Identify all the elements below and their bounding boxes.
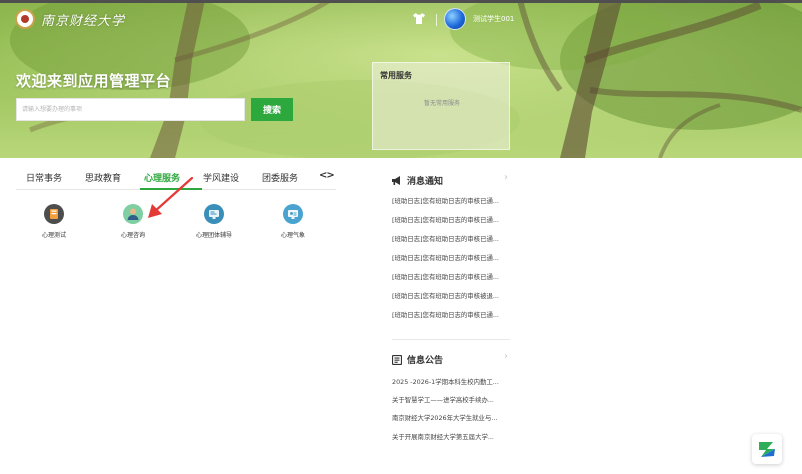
shirt-icon[interactable] <box>413 13 425 24</box>
user-avatar[interactable] <box>444 8 466 30</box>
megaphone-icon <box>392 176 400 185</box>
news-item[interactable]: [班助日志]您有班助日志的审核已通... <box>392 310 510 319</box>
app-label: 心理团体辅导 <box>195 232 232 239</box>
monitor-icon <box>204 204 224 224</box>
document-icon <box>392 354 402 365</box>
app-label: 心理咨询 <box>120 232 145 239</box>
common-services-panel: 常用服务 暂无常用服务 <box>372 62 510 150</box>
app-psych-test[interactable]: 心理测试 <box>19 204 89 239</box>
annotation-arrow-icon <box>148 176 194 218</box>
news-item[interactable]: [班助日志]您有班助日志的审核已通... <box>392 234 510 243</box>
notice-item[interactable]: 关于开展南京财经大学第五届大学... <box>392 432 510 441</box>
floating-app-logo[interactable] <box>752 434 782 464</box>
hero-banner: 南京财经大学 测试学生001 欢迎来到应用管理平台 搜索 常用服务 暂无常用服务 <box>0 0 802 158</box>
logo-text: 南京财经大学 <box>41 13 126 29</box>
notice-item[interactable]: 2025 -2026-1学期本科生校内勤工... <box>392 377 510 386</box>
notices-panel-title: 信息公告 <box>392 353 443 366</box>
search-button[interactable]: 搜索 <box>251 98 293 121</box>
notice-item[interactable]: 关于智慧学工——进学高校手续办... <box>392 395 510 404</box>
notices-more-chevron-icon[interactable]: › <box>504 351 508 362</box>
news-title: 消息通知 <box>407 177 444 187</box>
tab-league-services[interactable]: 团委服务 <box>262 171 298 184</box>
screen-icon <box>283 204 303 224</box>
app-logo-icon <box>759 442 775 457</box>
tab-scroll-arrows[interactable]: <> <box>319 170 335 181</box>
news-item[interactable]: [班助日志]您有班助日志的审核已通... <box>392 215 510 224</box>
news-item[interactable]: [班助日志]您有班助日志的审核被退... <box>392 291 510 300</box>
common-services-empty: 暂无常用服务 <box>423 100 460 107</box>
search-input[interactable] <box>16 98 245 121</box>
university-seal-icon <box>15 9 35 29</box>
username[interactable]: 测试学生001 <box>473 14 514 24</box>
tab-study-style[interactable]: 学风建设 <box>203 171 239 184</box>
notebook-icon <box>44 204 64 224</box>
news-panel-title: 消息通知 <box>392 174 443 187</box>
common-services-title: 常用服务 <box>380 71 412 80</box>
app-psych-weather[interactable]: 心理气象 <box>258 204 328 239</box>
notices-title: 信息公告 <box>407 356 444 366</box>
news-more-chevron-icon[interactable]: › <box>504 172 508 183</box>
tab-ideological-education[interactable]: 思政教育 <box>85 171 121 184</box>
news-item[interactable]: [班助日志]您有班助日志的审核已通... <box>392 272 510 281</box>
app-label: 心理测试 <box>41 232 66 239</box>
university-logo[interactable]: 南京财经大学 <box>15 9 125 29</box>
news-item[interactable]: [班助日志]您有班助日志的审核已通... <box>392 196 510 205</box>
panel-divider <box>392 339 510 340</box>
tab-daily-affairs[interactable]: 日常事务 <box>26 171 62 184</box>
app-label: 心理气象 <box>280 232 305 239</box>
notice-item[interactable]: 南京财经大学2026年大学生就业与... <box>392 413 510 422</box>
top-strip <box>0 0 802 3</box>
welcome-title: 欢迎来到应用管理平台 <box>16 72 172 90</box>
news-item[interactable]: [班助日志]您有班助日志的审核已通... <box>392 253 510 262</box>
header-separator <box>436 14 437 26</box>
user-icon <box>123 204 143 224</box>
